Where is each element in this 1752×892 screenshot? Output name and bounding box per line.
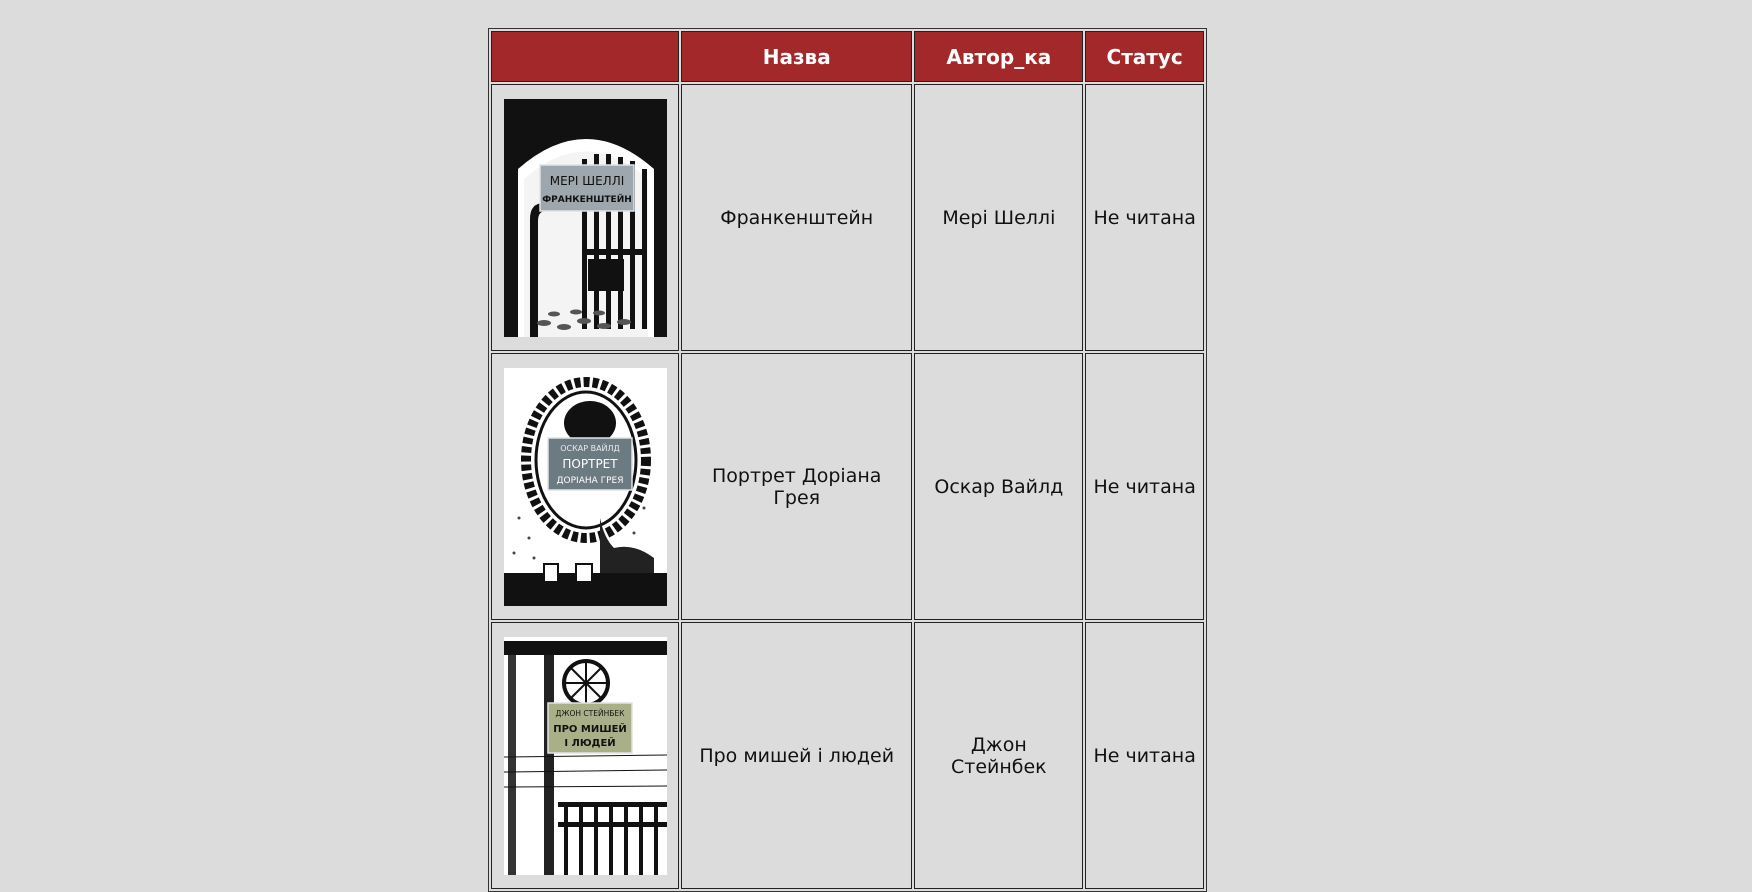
- table-row: ДЖОН СТЕЙНБЕК ПРО МИШЕЙ І ЛЮДЕЙ Про мише…: [491, 622, 1204, 889]
- books-table-container: Назва Автор_ка Статус МЕРІ ШЕЛЛІ ФРАНКЕН…: [488, 28, 1207, 892]
- svg-text:ПРО МИШЕЙ: ПРО МИШЕЙ: [553, 722, 627, 735]
- svg-text:ФРАНКЕНШТЕЙН: ФРАНКЕНШТЕЙН: [542, 193, 632, 205]
- cover-cell: МЕРІ ШЕЛЛІ ФРАНКЕНШТЕЙН: [491, 84, 680, 351]
- book-title: Портрет Доріана Грея: [681, 353, 913, 620]
- book-status: Не читана: [1085, 84, 1204, 351]
- table-row: ОСКАР ВАЙЛД ПОРТРЕТ ДОРІАНА ГРЕЯ Портрет…: [491, 353, 1204, 620]
- svg-text:ПОРТРЕТ: ПОРТРЕТ: [562, 457, 618, 471]
- book-author: Оскар Вайлд: [914, 353, 1084, 620]
- book-status: Не читана: [1085, 353, 1204, 620]
- books-table: Назва Автор_ка Статус МЕРІ ШЕЛЛІ ФРАНКЕН…: [488, 28, 1207, 892]
- svg-text:МЕРІ ШЕЛЛІ: МЕРІ ШЕЛЛІ: [549, 174, 624, 188]
- table-header-row: Назва Автор_ка Статус: [491, 31, 1204, 82]
- mirror-illustration-icon: ОСКАР ВАЙЛД ПОРТРЕТ ДОРІАНА ГРЕЯ: [503, 367, 667, 606]
- book-title: Франкенштейн: [681, 84, 913, 351]
- book-cover-image: МЕРІ ШЕЛЛІ ФРАНКЕНШТЕЙН: [503, 98, 667, 337]
- book-status: Не читана: [1085, 622, 1204, 889]
- book-cover-image: ДЖОН СТЕЙНБЕК ПРО МИШЕЙ І ЛЮДЕЙ: [503, 636, 667, 875]
- header-title: Назва: [681, 31, 913, 82]
- svg-text:ОСКАР ВАЙЛД: ОСКАР ВАЙЛД: [560, 442, 620, 453]
- svg-text:І ЛЮДЕЙ: І ЛЮДЕЙ: [564, 736, 615, 749]
- book-cover-image: ОСКАР ВАЙЛД ПОРТРЕТ ДОРІАНА ГРЕЯ: [503, 367, 667, 606]
- svg-text:ДЖОН СТЕЙНБЕК: ДЖОН СТЕЙНБЕК: [555, 709, 625, 718]
- ranch-gate-illustration-icon: ДЖОН СТЕЙНБЕК ПРО МИШЕЙ І ЛЮДЕЙ: [503, 636, 667, 875]
- cover-cell: ДЖОН СТЕЙНБЕК ПРО МИШЕЙ І ЛЮДЕЙ: [491, 622, 680, 889]
- header-cover: [491, 31, 680, 82]
- book-title: Про мишей і людей: [681, 622, 913, 889]
- cover-cell: ОСКАР ВАЙЛД ПОРТРЕТ ДОРІАНА ГРЕЯ: [491, 353, 680, 620]
- table-row: МЕРІ ШЕЛЛІ ФРАНКЕНШТЕЙН Франкенштейн Мер…: [491, 84, 1204, 351]
- header-status: Статус: [1085, 31, 1204, 82]
- gate-illustration-icon: МЕРІ ШЕЛЛІ ФРАНКЕНШТЕЙН: [503, 98, 667, 337]
- svg-text:ДОРІАНА ГРЕЯ: ДОРІАНА ГРЕЯ: [556, 476, 623, 486]
- book-author: Джон Стейнбек: [914, 622, 1084, 889]
- book-author: Мері Шеллі: [914, 84, 1084, 351]
- header-author: Автор_ка: [914, 31, 1084, 82]
